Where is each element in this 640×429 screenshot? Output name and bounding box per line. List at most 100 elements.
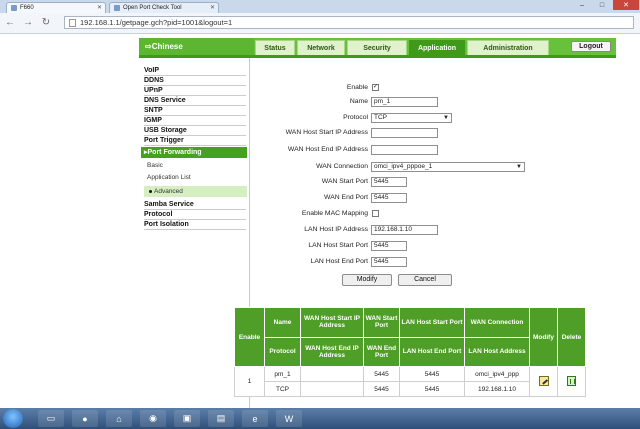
tab-application[interactable]: Application [409,40,465,55]
menu-item-voip[interactable]: VoIP [144,66,246,76]
col-wan-connection: WAN Connection [464,307,530,338]
language-switch[interactable]: ⇨Chinese [139,38,254,55]
wan-end-ip-input[interactable] [371,145,438,155]
menu-item-port-trigger[interactable]: Port Trigger [144,136,246,146]
wan-end-ip-label: WAN Host End IP Address [287,146,368,153]
menu-item-igmp[interactable]: IGMP [144,116,246,126]
ie-icon[interactable]: e [242,410,268,427]
modify-button[interactable]: Modify [342,274,392,286]
menu-item-port-isolation[interactable]: Port Isolation [144,220,246,230]
taskbar: ▭ ● ⌂ ◉ ▣ ▤ e W [0,408,640,429]
row-lan-host-address: 192.168.1.10 [464,381,530,397]
ball-icon[interactable]: ◉ [140,410,166,427]
tab-administration[interactable]: Administration [467,40,549,55]
maximize-button[interactable]: □ [592,0,612,10]
col-name: Name [264,307,301,338]
lan-ip-label: LAN Host IP Address [304,226,368,233]
tab-close-icon[interactable]: ✕ [97,4,102,11]
address-bar[interactable]: 192.168.1.1/getpage.gch?pid=1001&logout=… [64,16,634,29]
col-modify: Modify [529,307,558,367]
mac-mapping-checkbox[interactable] [372,210,379,217]
tab-close-icon[interactable]: ✕ [210,4,215,11]
menu-item-ddns[interactable]: DDNS [144,76,246,86]
wan-connection-label: WAN Connection [316,163,368,170]
cancel-button[interactable]: Cancel [398,274,452,286]
col-wan-end-port: WAN End Port [363,336,400,367]
menu-item-usb-storage[interactable]: USB Storage [144,126,246,136]
row-wan-start-ip [300,366,364,382]
table-row: 1 pm_1 5445 5445 omci_ipv4_ppp [234,366,586,397]
tab-network[interactable]: Network [297,40,345,55]
lan-end-port-input[interactable]: 5445 [371,257,407,267]
menu-item-dns-service[interactable]: DNS Service [144,96,246,106]
col-wan-end-ip: WAN Host End IP Address [300,336,364,367]
row-name: pm_1 [264,366,301,382]
col-lan-start-port: LAN Host Start Port [399,307,465,338]
menu-item-port-forwarding[interactable]: ▸Port Forwarding [141,147,247,158]
chevron-down-icon: ▼ [443,115,449,121]
menu-item-sntp[interactable]: SNTP [144,106,246,116]
menu-item-samba-service[interactable]: Samba Service [144,200,246,210]
browser-tab-port-check[interactable]: Open Port Check Tool ✕ [109,2,219,13]
edit-icon[interactable] [538,375,549,386]
col-enable: Enable [234,307,265,367]
forward-button[interactable]: → [22,17,34,29]
port-forwarding-table: Enable Name WAN Host Start IP Address WA… [234,307,586,397]
col-protocol: Protocol [264,336,301,367]
wan-end-port-input[interactable]: 5445 [371,193,407,203]
menu-item-upnp[interactable]: UPnP [144,86,246,96]
enable-checkbox[interactable]: ✓ [372,84,379,91]
browser-tab-f660[interactable]: F660 ✕ [6,2,106,13]
row-wan-end-port: 5445 [363,381,400,397]
lan-start-port-input[interactable]: 5445 [371,241,407,251]
col-wan-start-port: WAN Start Port [363,307,400,338]
browser-toolbar: ← → ↻ 192.168.1.1/getpage.gch?pid=1001&l… [0,13,640,34]
lan-ip-input[interactable]: 192.168.1.10 [371,225,438,235]
col-lan-host-address: LAN Host Address [464,336,530,367]
page-icon [69,18,76,27]
page-favicon-icon [114,5,120,11]
close-window-button[interactable]: ✕ [613,0,639,10]
col-wan-start-ip: WAN Host Start IP Address [300,307,364,338]
logout-button[interactable]: Logout [571,41,611,52]
name-input[interactable]: pm_1 [371,97,438,107]
menu-item-protocol[interactable]: Protocol [144,210,246,220]
word-icon[interactable]: W [276,410,302,427]
wan-end-port-label: WAN End Port [324,194,368,201]
name-label: Name [349,98,368,105]
chevron-down-icon: ▼ [516,164,522,170]
submenu-basic[interactable]: Basic [147,160,247,171]
back-button[interactable]: ← [4,17,16,29]
trash-icon[interactable] [567,375,576,386]
app-icon[interactable]: ▣ [174,410,200,427]
media-icon[interactable]: ▤ [208,410,234,427]
protocol-label: Protocol [343,114,368,121]
submenu-advanced[interactable]: Advanced [144,186,247,197]
row-wan-end-ip [300,381,364,397]
bullet-icon [149,190,152,193]
submenu-application-list[interactable]: Application List [147,172,247,183]
tab-status[interactable]: Status [255,40,295,55]
menu-underline [139,55,616,58]
row-delete [557,366,586,397]
reload-button[interactable]: ↻ [40,17,52,29]
chrome-icon[interactable]: ● [72,410,98,427]
wan-start-port-input[interactable]: 5445 [371,177,407,187]
tab-security[interactable]: Security [347,40,407,55]
protocol-select[interactable]: TCP ▼ [371,113,452,123]
row-protocol: TCP [264,381,301,397]
wan-start-ip-input[interactable] [371,128,438,138]
col-delete: Delete [557,307,586,367]
minimize-button[interactable]: – [572,0,592,10]
folder-icon[interactable]: ▭ [38,410,64,427]
col-lan-end-port: LAN Host End Port [399,336,465,367]
wan-connection-select[interactable]: omci_ipv4_pppoe_1 ▼ [371,162,525,172]
wan-start-ip-label: WAN Host Start IP Address [285,129,368,136]
row-index: 1 [234,366,265,397]
start-button[interactable] [3,409,23,428]
row-wan-connection: omci_ipv4_ppp [464,366,530,382]
mac-mapping-label: Enable MAC Mapping [301,210,368,217]
network-icon[interactable]: ⌂ [106,410,132,427]
enable-label: Enable [346,84,368,91]
address-url: 192.168.1.1/getpage.gch?pid=1001&logout=… [80,18,233,27]
